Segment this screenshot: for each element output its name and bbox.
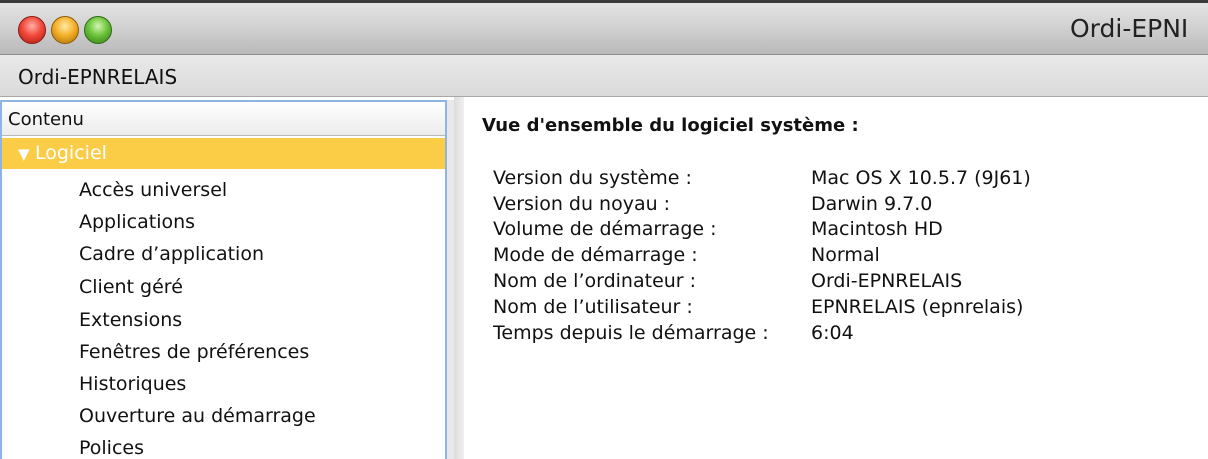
info-value-version-noyau: Darwin 9.7.0 xyxy=(811,193,933,215)
info-label-nom-ordinateur: Nom de l’ordinateur : xyxy=(493,270,697,292)
info-label-temps-demarrage: Temps depuis le démarrage : xyxy=(493,322,769,344)
sidebar-item-fenetres-preferences[interactable]: Fenêtres de préférences xyxy=(79,341,309,363)
title-bar-top-edge xyxy=(0,0,1208,3)
zoom-button[interactable] xyxy=(84,16,112,44)
sidebar-item-cadre-application[interactable]: Cadre d’application xyxy=(79,243,264,265)
info-value-temps-demarrage: 6:04 xyxy=(811,322,854,344)
info-value-version-systeme: Mac OS X 10.5.7 (9J61) xyxy=(811,167,1031,189)
computer-name-label: Ordi-EPNRELAIS xyxy=(18,65,178,89)
info-label-nom-utilisateur: Nom de l’utilisateur : xyxy=(493,296,693,318)
info-label-version-noyau: Version du noyau : xyxy=(493,193,671,215)
disclosure-triangle-down-icon[interactable]: ▼ xyxy=(18,145,30,163)
sidebar-item-extensions[interactable]: Extensions xyxy=(79,309,182,331)
info-label-volume-demarrage: Volume de démarrage : xyxy=(493,218,717,240)
toolbar: Ordi-EPNRELAIS xyxy=(0,55,1208,97)
sidebar-item-logiciel[interactable]: ▼ Logiciel xyxy=(2,138,445,169)
info-value-mode-demarrage: Normal xyxy=(811,244,880,266)
info-value-nom-ordinateur: Ordi-EPNRELAIS xyxy=(811,270,963,292)
sidebar-item-client-gere[interactable]: Client géré xyxy=(79,276,183,298)
sidebar-item-acces-universel[interactable]: Accès universel xyxy=(79,179,227,201)
info-value-volume-demarrage: Macintosh HD xyxy=(811,218,943,240)
sidebar-column-header[interactable]: Contenu xyxy=(2,102,445,136)
info-label-version-systeme: Version du système : xyxy=(493,167,692,189)
info-label-mode-demarrage: Mode de démarrage : xyxy=(493,244,698,266)
detail-pane: Vue d'ensemble du logiciel système : Ver… xyxy=(464,97,1208,459)
minimize-button[interactable] xyxy=(51,16,79,44)
split-view-divider[interactable] xyxy=(454,97,464,459)
title-bar[interactable]: Ordi-EPNI xyxy=(0,0,1208,55)
sidebar-item-label: Logiciel xyxy=(35,142,107,164)
sidebar-item-polices[interactable]: Polices xyxy=(79,437,144,459)
sidebar-item-historiques[interactable]: Historiques xyxy=(79,373,186,395)
sidebar-item-ouverture-demarrage[interactable]: Ouverture au démarrage xyxy=(79,405,316,427)
window-title: Ordi-EPNI xyxy=(1070,14,1189,43)
close-button[interactable] xyxy=(18,16,46,44)
sidebar-item-applications[interactable]: Applications xyxy=(79,211,195,233)
overview-heading: Vue d'ensemble du logiciel système : xyxy=(482,115,859,136)
sidebar[interactable]: Contenu ▼ Logiciel Accès universel Appli… xyxy=(0,100,454,459)
sidebar-header-label: Contenu xyxy=(8,109,84,130)
info-value-nom-utilisateur: EPNRELAIS (epnrelais) xyxy=(811,296,1024,318)
